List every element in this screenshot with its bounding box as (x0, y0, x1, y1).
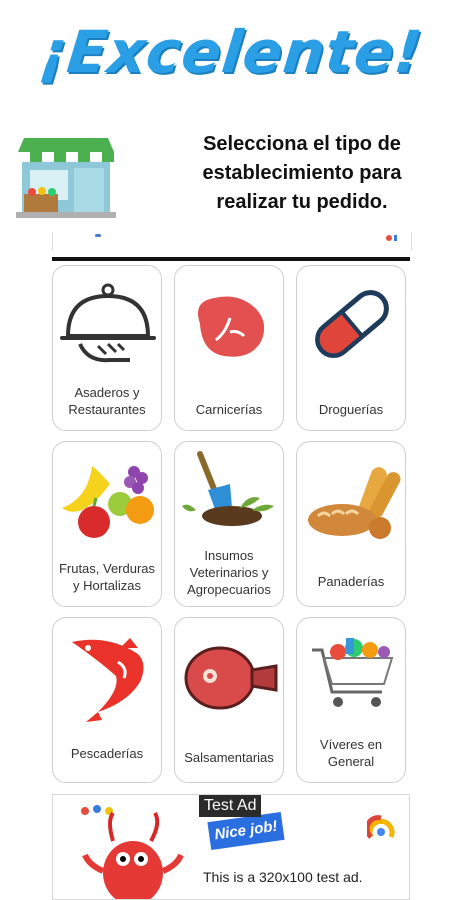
category-carnicerias[interactable]: Carnicerías (174, 265, 284, 431)
divider (52, 257, 410, 261)
category-label: Víveres en General (319, 737, 383, 769)
pill-icon (315, 290, 389, 358)
ad-logo-icon (367, 815, 395, 839)
instructions-text: Selecciona el tipo de establecimiento pa… (202, 133, 402, 213)
category-label: Panaderías (317, 574, 385, 589)
category-grid: Asaderos y Restaurantes Carnicerías Drog… (52, 265, 412, 783)
store-icon (16, 138, 116, 218)
shovel-plant-icon (182, 451, 274, 526)
shopping-cart-icon (312, 638, 394, 707)
category-insumos-veterinarios[interactable]: Insumos Veterinarios y Agropecuarios (174, 441, 284, 607)
test-ad-label: Test Ad (199, 795, 262, 817)
category-asaderos-restaurantes[interactable]: Asaderos y Restaurantes (52, 265, 162, 431)
category-pescaderias[interactable]: Pescaderías (52, 617, 162, 783)
bread-icon (308, 467, 401, 539)
page-title: ¡Excelente! (36, 18, 426, 86)
category-droguerias[interactable]: Droguerías (296, 265, 406, 431)
header-block: Selecciona el tipo de establecimiento pa… (12, 120, 452, 220)
cloche-icon (60, 283, 156, 363)
category-panaderias[interactable]: Panaderías (296, 441, 406, 607)
category-label: Carnicerías (195, 402, 263, 417)
fish-icon (72, 638, 144, 722)
scrolled-ad-edge (52, 232, 412, 250)
category-label: Frutas, Verduras y Hortalizas (58, 561, 156, 593)
steak-icon (194, 292, 269, 361)
ad-text: This is a 320x100 test ad. (203, 869, 363, 885)
category-label: Pescaderías (70, 746, 144, 761)
category-label: Insumos Veterinarios y Agropecuarios (187, 548, 271, 597)
category-frutas-verduras-hortalizas[interactable]: Frutas, Verduras y Hortalizas (52, 441, 162, 607)
monster-mascot-icon (81, 805, 184, 899)
banner-ad[interactable]: Nice job! Test Ad This is a 320x100 test… (52, 794, 410, 900)
category-salsamentarias[interactable]: Salsamentarias (174, 617, 284, 783)
category-viveres-general[interactable]: Víveres en General (296, 617, 406, 783)
fruits-icon (62, 466, 154, 538)
category-label: Asaderos y Restaurantes (68, 385, 146, 417)
category-label: Salsamentarias (184, 750, 274, 765)
ham-icon (184, 646, 278, 710)
category-label: Droguerías (318, 402, 384, 417)
ad-badge: Nice job! (207, 811, 285, 851)
